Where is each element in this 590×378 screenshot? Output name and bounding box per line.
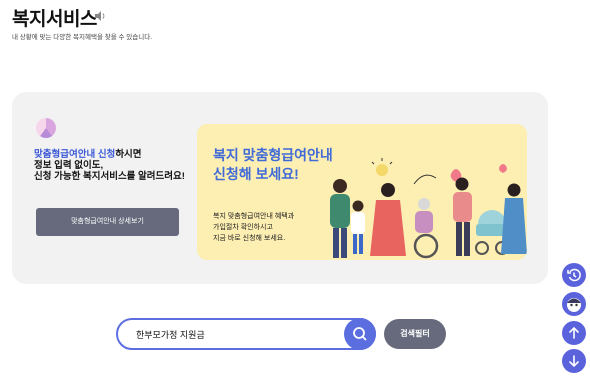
search-box[interactable]: 한부모가정 지원금	[116, 318, 376, 350]
promo-banner[interactable]: 복지 맞춤형급여안내 신청해 보세요! 복지 맞춤형급여안내 혜택과 가입절차 …	[197, 124, 527, 260]
speaker-icon[interactable]	[94, 10, 106, 22]
filter-button[interactable]: 검색필터	[384, 319, 446, 349]
family-illustration	[330, 158, 527, 259]
mascot-button[interactable]	[562, 292, 586, 316]
scroll-bottom-button[interactable]	[562, 349, 586, 373]
banner-body-line1: 복지 맞춤형급여안내 혜택과	[213, 213, 295, 220]
history-icon	[567, 268, 581, 282]
promo-description: 맞춤형급여안내 신청하시면 정보 입력 없이도, 신청 가능한 복지서비스를 알…	[34, 149, 194, 182]
banner-headline-line2: 신청해 보세요!	[213, 166, 299, 182]
pie-chart-icon	[36, 118, 56, 138]
arrow-down-icon	[569, 355, 579, 368]
page-title: 복지서비스	[12, 9, 97, 30]
search-input[interactable]: 한부모가정 지원금	[136, 328, 205, 341]
banner-headline: 복지 맞춤형급여안내 신청해 보세요!	[213, 146, 333, 184]
detail-button[interactable]: 맞춤형급여안내 상세보기	[36, 208, 179, 236]
banner-headline-line1: 복지 맞춤형급여안내	[213, 147, 333, 163]
page-subtitle: 내 상황에 맞는 다양한 복지혜택을 찾을 수 있습니다.	[12, 34, 153, 41]
mascot-icon	[567, 298, 581, 312]
search-icon	[353, 327, 367, 341]
banner-body: 복지 맞춤형급여안내 혜택과 가입절차 확인하시고 지금 바로 신청해 보세요.	[213, 211, 294, 244]
promo-line2: 정보 입력 없이도,	[34, 160, 104, 171]
search-button[interactable]	[344, 318, 376, 350]
promo-line3: 신청 가능한 복지서비스를 알려드려요!	[34, 171, 185, 182]
banner-body-line3: 지금 바로 신청해 보세요.	[213, 235, 286, 242]
promo-line1-rest: 하시면	[115, 149, 142, 160]
scroll-top-button[interactable]	[562, 321, 586, 345]
history-button[interactable]	[562, 263, 586, 287]
arrow-up-icon	[569, 326, 579, 339]
banner-body-line2: 가입절차 확인하시고	[213, 224, 273, 231]
promo-highlight: 맞춤형급여안내 신청	[34, 149, 116, 160]
